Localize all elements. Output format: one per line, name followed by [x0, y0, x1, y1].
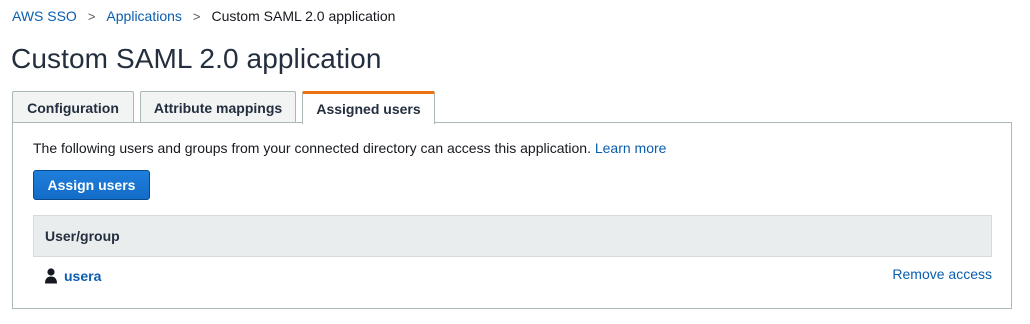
description-text: The following users and groups from your… [33, 140, 591, 156]
user-link[interactable]: usera [64, 268, 101, 284]
breadcrumb-applications-link[interactable]: Applications [106, 8, 182, 24]
breadcrumb: AWS SSO > Applications > Custom SAML 2.0… [12, 8, 395, 24]
breadcrumb-separator-icon: > [87, 8, 96, 24]
breadcrumb-aws-sso-link[interactable]: AWS SSO [12, 8, 77, 24]
assign-users-button[interactable]: Assign users [33, 170, 150, 200]
table-header-user-group: User/group [33, 215, 992, 257]
tab-bar: Configuration Attribute mappings Assigne… [12, 90, 435, 124]
table-row: usera Remove access [33, 263, 992, 289]
tab-assigned-users[interactable]: Assigned users [302, 91, 435, 124]
tab-configuration[interactable]: Configuration [12, 91, 134, 123]
remove-access-link[interactable]: Remove access [892, 266, 992, 282]
assigned-users-panel: The following users and groups from your… [12, 122, 1012, 309]
panel-description: The following users and groups from your… [33, 140, 666, 156]
learn-more-link[interactable]: Learn more [595, 140, 667, 156]
breadcrumb-separator-icon: > [192, 8, 201, 24]
user-icon [45, 268, 57, 284]
tab-attribute-mappings[interactable]: Attribute mappings [140, 91, 296, 123]
page-title: Custom SAML 2.0 application [11, 43, 382, 74]
breadcrumb-current: Custom SAML 2.0 application [211, 8, 396, 24]
user-cell: usera [33, 268, 101, 284]
